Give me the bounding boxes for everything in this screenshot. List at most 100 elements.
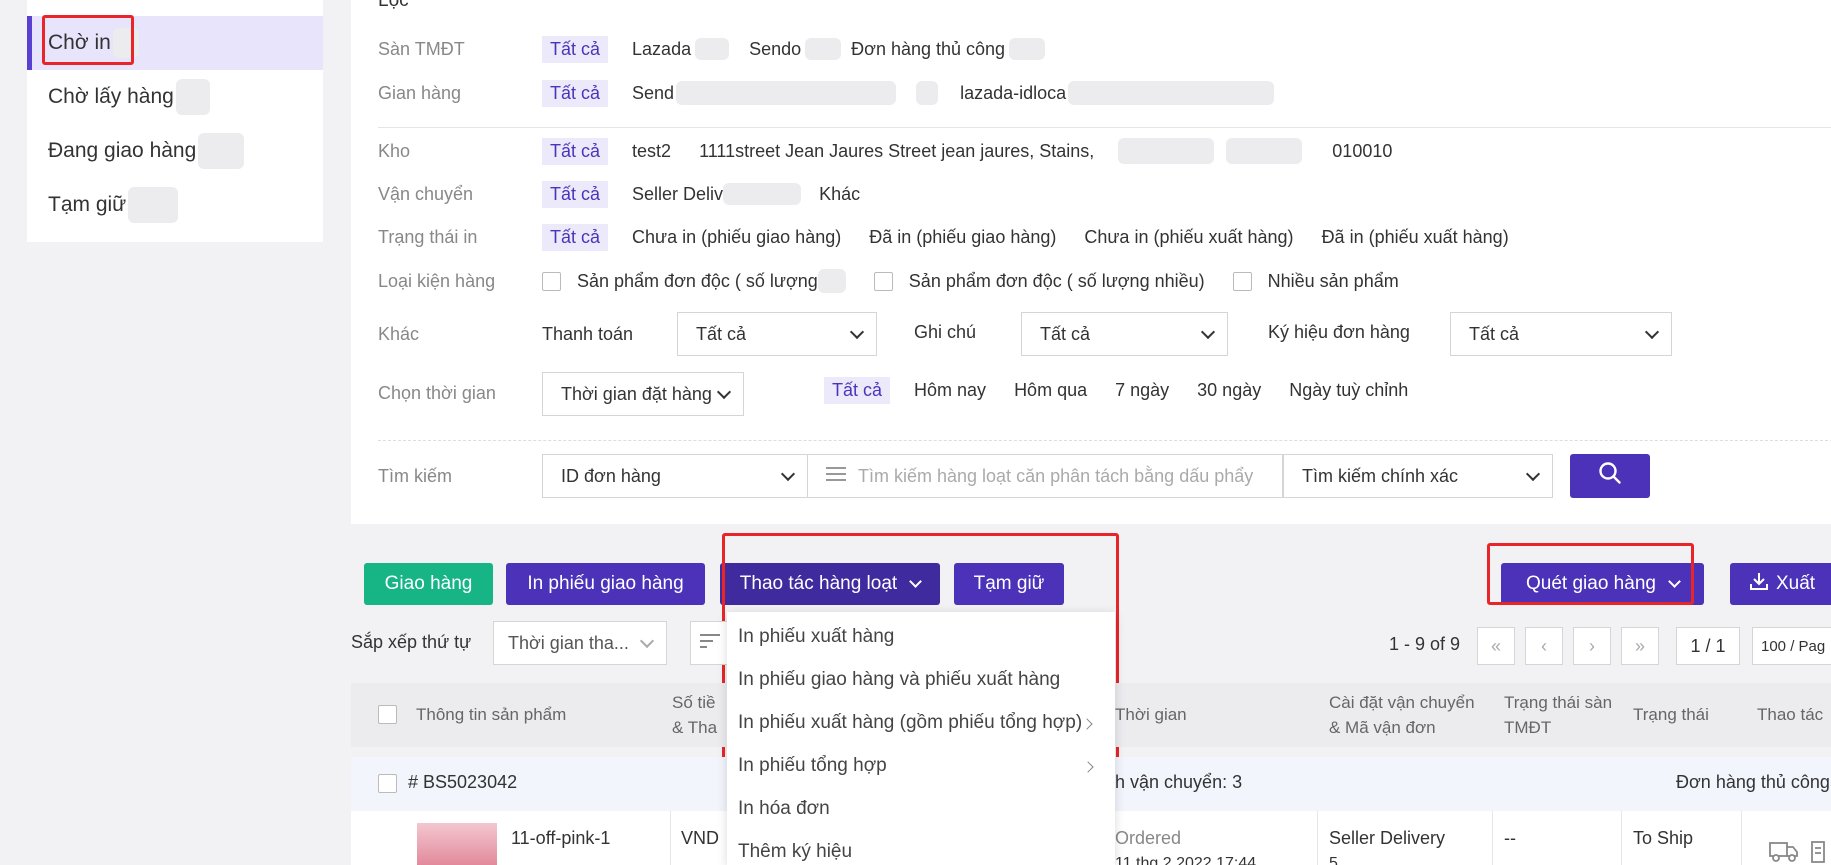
checkbox-single-product-many[interactable]	[873, 271, 893, 291]
select-all-checkbox[interactable]	[378, 705, 397, 724]
time-option[interactable]: Hôm qua	[1014, 380, 1087, 401]
sidebar-item-waiting-pickup[interactable]: Chờ lấy hàng	[27, 70, 323, 124]
menu-item-print-export-summary[interactable]: In phiếu xuất hàng (gồm phiếu tổng hợp)	[738, 712, 1082, 734]
search-button[interactable]	[1570, 454, 1650, 498]
filter-option[interactable]: Sản phẩm đơn độc ( số lượng nhiều)	[909, 271, 1205, 292]
time-type-select[interactable]: Thời gian đặt hàng	[542, 372, 744, 416]
page-input[interactable]: 1 / 1	[1676, 627, 1740, 665]
menu-item-print-delivery-export[interactable]: In phiếu giao hàng và phiếu xuất hàng	[738, 669, 1060, 691]
time-option[interactable]: 30 ngày	[1197, 380, 1261, 401]
product-sku[interactable]: 11-off-pink-1	[511, 828, 610, 849]
blurred-count	[695, 38, 730, 60]
filter-label: Sàn TMĐT	[378, 38, 465, 59]
filter-option[interactable]: Chưa in (phiếu giao hàng)	[632, 227, 841, 248]
sort-label: Sắp xếp thứ tự	[351, 632, 472, 652]
filter-option[interactable]: Đơn hàng thủ công	[851, 39, 1005, 60]
header-line: Số tiề	[672, 693, 716, 712]
filter-row-other: Khác Thanh toán	[378, 319, 661, 349]
per-page-value: 100 / Pag	[1761, 637, 1826, 655]
per-page-select[interactable]: 100 / Pag	[1752, 627, 1831, 665]
last-page-button[interactable]: »	[1621, 627, 1659, 665]
scan-ship-button[interactable]: Quét giao hàng	[1501, 563, 1704, 605]
filter-option[interactable]: Đã in (phiếu giao hàng)	[869, 227, 1056, 248]
first-page-button[interactable]: «	[1477, 627, 1515, 665]
payment-select[interactable]: Tất cả	[677, 312, 877, 356]
filter-row-package-type: Loại kiện hàng Sản phẩm đơn độc ( số lượ…	[378, 266, 1427, 296]
menu-item-add-mark[interactable]: Thêm ký hiệu	[738, 841, 852, 863]
sidebar-item-label: Chờ lấy hàng	[48, 85, 174, 108]
sidebar-item-label: Chờ in	[48, 31, 111, 54]
select-value: Tất cả	[1040, 323, 1091, 344]
sort-order-button[interactable]	[690, 621, 730, 665]
next-page-button[interactable]: ›	[1573, 627, 1611, 665]
blurred-count	[723, 183, 802, 205]
filter-option[interactable]: Khác	[819, 184, 860, 205]
filter-all-tag[interactable]: Tất cả	[542, 35, 609, 63]
header-line: & Mã vận đơn	[1329, 718, 1436, 737]
time-option[interactable]: Hôm nay	[914, 380, 986, 401]
chevron-down-icon	[716, 384, 732, 400]
sidebar-item-hold[interactable]: Tạm giữ	[27, 178, 323, 232]
filter-option[interactable]: test2	[632, 141, 671, 162]
note-label: Ghi chú	[914, 322, 977, 342]
chevron-down-icon	[780, 466, 796, 482]
bulk-actions-button[interactable]: Thao tác hàng loạt	[720, 563, 940, 605]
filter-panel: Lọc Sàn TMĐT Tất cả Lazada Sendo Đơn hàn…	[351, 0, 1831, 524]
sidebar-item-waiting-print[interactable]: Chờ in	[27, 16, 323, 70]
filter-option[interactable]: Đã in (phiếu xuất hàng)	[1322, 227, 1509, 248]
filter-all-tag[interactable]: Tất cả	[542, 137, 609, 165]
filter-option[interactable]: Sản phẩm đơn độc ( số lượng	[577, 271, 818, 292]
sidebar-item-shipping[interactable]: Đang giao hàng	[27, 124, 323, 178]
print-delivery-button[interactable]: In phiếu giao hàng	[506, 563, 705, 605]
filter-all-tag[interactable]: Tất cả	[542, 79, 609, 107]
sort-icon	[700, 633, 720, 654]
cell-divider	[1741, 811, 1742, 865]
blurred-address	[1226, 138, 1303, 164]
prev-page-button[interactable]: ‹	[1525, 627, 1563, 665]
filter-row-warehouse: Kho Tất cả test2 1111street Jean Jaures …	[378, 136, 1420, 166]
document-icon[interactable]	[1811, 841, 1825, 865]
filter-all-tag[interactable]: Tất cả	[824, 376, 891, 404]
filter-all-tag[interactable]: Tất cả	[542, 180, 609, 208]
checkbox-multi-product[interactable]	[1232, 271, 1252, 291]
filter-option[interactable]: lazada-idloca	[960, 83, 1066, 104]
menu-item-print-summary[interactable]: In phiếu tổng hợp	[738, 755, 887, 777]
bulk-actions-menu: In phiếu xuất hàng In phiếu giao hàng và…	[727, 612, 1115, 865]
filter-option[interactable]: 1111street Jean Jaures Street jean jaure…	[699, 141, 1094, 162]
product-thumbnail[interactable]	[417, 823, 497, 865]
shipping-method: Seller Delivery	[1329, 828, 1446, 848]
header-amount: Số tiề & Tha	[672, 690, 717, 740]
checkbox-single-product[interactable]	[542, 271, 561, 291]
filter-option[interactable]: Chưa in (phiếu xuất hàng)	[1084, 227, 1293, 248]
truck-icon[interactable]	[1769, 841, 1799, 865]
filter-option[interactable]: Seller Deliv	[632, 184, 723, 205]
search-input[interactable]: Tìm kiếm hàng loạt căn phân tách bằng dấ…	[807, 454, 1283, 498]
filter-all-tag[interactable]: Tất cả	[542, 223, 609, 251]
note-select[interactable]: Tất cả	[1021, 312, 1228, 356]
mark-select[interactable]: Tất cả	[1450, 312, 1672, 356]
filter-label: Tìm kiếm	[378, 465, 452, 486]
count-badge	[175, 79, 210, 115]
export-button[interactable]: Xuất	[1730, 563, 1831, 605]
time-option[interactable]: Ngày tuỳ chỉnh	[1289, 380, 1408, 401]
hold-button[interactable]: Tạm giữ	[954, 563, 1064, 605]
menu-item-print-export[interactable]: In phiếu xuất hàng	[738, 626, 894, 648]
menu-item-print-invoice[interactable]: In hóa đơn	[738, 798, 830, 820]
order-checkbox[interactable]	[378, 774, 397, 793]
page-value: 1 / 1	[1690, 635, 1726, 656]
cell-divider	[670, 811, 671, 865]
time-option[interactable]: 7 ngày	[1115, 380, 1169, 401]
search-mode-select[interactable]: Tìm kiếm chính xác	[1283, 454, 1553, 498]
filter-option[interactable]: Lazada	[632, 39, 691, 60]
sort-select[interactable]: Thời gian tha...	[493, 621, 667, 665]
filter-option[interactable]: Nhiều sản phẩm	[1268, 271, 1399, 292]
filter-option[interactable]: Sendo	[749, 39, 801, 60]
filter-label: Vận chuyển	[378, 183, 474, 204]
blurred-store	[676, 81, 897, 105]
filter-option[interactable]: Send	[632, 83, 674, 104]
order-id[interactable]: # BS5023042	[408, 772, 517, 793]
order-status: To Ship	[1633, 828, 1694, 848]
ship-button[interactable]: Giao hàng	[364, 563, 493, 605]
search-field-select[interactable]: ID đơn hàng	[542, 454, 807, 498]
filter-option[interactable]: 010010	[1332, 141, 1392, 162]
